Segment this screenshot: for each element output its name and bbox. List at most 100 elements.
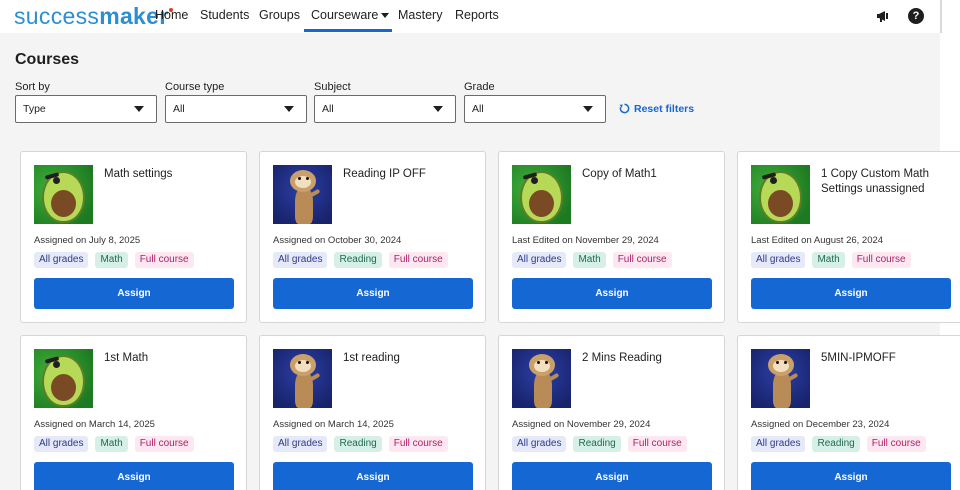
course-badge: Full course bbox=[612, 252, 672, 268]
chevron-down-icon bbox=[284, 106, 294, 112]
course-date: Assigned on November 29, 2024 bbox=[512, 419, 651, 430]
course-badges: All grades Math Full course bbox=[34, 252, 194, 268]
course-badges: All grades Math Full course bbox=[512, 252, 672, 268]
course-badge: All grades bbox=[34, 436, 89, 452]
course-date: Assigned on July 8, 2025 bbox=[34, 235, 141, 246]
course-badge: Math bbox=[812, 252, 845, 268]
course-badge: All grades bbox=[273, 252, 328, 268]
sort-by-value: Type bbox=[23, 103, 46, 115]
nav-reports[interactable]: Reports bbox=[455, 8, 499, 22]
successmaker-logo[interactable]: successmaker bbox=[14, 2, 174, 30]
avocado-thumbnail bbox=[34, 349, 93, 408]
course-date: Assigned on March 14, 2025 bbox=[273, 419, 394, 430]
course-badge: Full course bbox=[851, 252, 911, 268]
course-badge: All grades bbox=[512, 252, 567, 268]
courses-page: Courses Sort by Type Course type All Sub… bbox=[0, 33, 960, 490]
course-badge: All grades bbox=[751, 436, 806, 452]
course-date: Last Edited on August 26, 2024 bbox=[751, 235, 884, 246]
assign-button[interactable]: Assign bbox=[34, 462, 234, 490]
refresh-icon bbox=[619, 103, 630, 114]
course-badge: Math bbox=[573, 252, 606, 268]
course-badges: All grades Math Full course bbox=[751, 252, 911, 268]
course-badge: Math bbox=[95, 436, 128, 452]
course-badges: All grades Reading Full course bbox=[512, 436, 687, 452]
course-card[interactable]: 5MIN-IPMOFF Assigned on December 23, 2024… bbox=[737, 335, 960, 490]
chevron-down-icon bbox=[433, 106, 443, 112]
assign-button[interactable]: Assign bbox=[34, 278, 234, 309]
grade-label: Grade bbox=[464, 81, 495, 93]
course-badge: All grades bbox=[512, 436, 567, 452]
divider bbox=[940, 0, 942, 33]
course-title: Copy of Math1 bbox=[582, 168, 657, 180]
subject-value: All bbox=[322, 103, 334, 115]
grade-value: All bbox=[472, 103, 484, 115]
chevron-down-icon bbox=[381, 13, 390, 19]
course-badge: Full course bbox=[388, 252, 448, 268]
subject-label: Subject bbox=[314, 81, 351, 93]
ferret-thumbnail bbox=[273, 349, 332, 408]
assign-button[interactable]: Assign bbox=[273, 462, 473, 490]
assign-button[interactable]: Assign bbox=[273, 278, 473, 309]
avocado-thumbnail bbox=[751, 165, 810, 224]
course-card[interactable]: 1 Copy Custom Math Settings unassigned La… bbox=[737, 151, 960, 323]
nav-home[interactable]: Home bbox=[155, 8, 188, 22]
course-badge: Reading bbox=[334, 252, 382, 268]
sort-by-select[interactable]: Type bbox=[15, 95, 157, 123]
reset-filters-button[interactable]: Reset filters bbox=[619, 103, 694, 115]
course-badge: Math bbox=[95, 252, 128, 268]
course-date: Assigned on October 30, 2024 bbox=[273, 235, 402, 246]
course-title: Reading IP OFF bbox=[343, 168, 426, 180]
course-card[interactable]: Reading IP OFF Assigned on October 30, 20… bbox=[259, 151, 486, 323]
course-date: Assigned on December 23, 2024 bbox=[751, 419, 890, 430]
course-badge: Full course bbox=[866, 436, 926, 452]
nav-students[interactable]: Students bbox=[200, 8, 249, 22]
course-badge: Full course bbox=[134, 252, 194, 268]
course-badges: All grades Reading Full course bbox=[273, 252, 448, 268]
ferret-thumbnail bbox=[751, 349, 810, 408]
course-date: Last Edited on November 29, 2024 bbox=[512, 235, 659, 246]
course-badges: All grades Reading Full course bbox=[273, 436, 448, 452]
active-nav-indicator bbox=[304, 29, 392, 32]
nav-mastery[interactable]: Mastery bbox=[398, 8, 442, 22]
course-card[interactable]: 1st reading Assigned on March 14, 2025 All… bbox=[259, 335, 486, 490]
avocado-thumbnail bbox=[34, 165, 93, 224]
course-badge: All grades bbox=[273, 436, 328, 452]
course-card[interactable]: Math settings Assigned on July 8, 2025 All… bbox=[20, 151, 247, 323]
course-title: 1st reading bbox=[343, 352, 400, 364]
subject-select[interactable]: All bbox=[314, 95, 456, 123]
nav-courseware-label: Courseware bbox=[311, 8, 379, 22]
grade-select[interactable]: All bbox=[464, 95, 606, 123]
ferret-thumbnail bbox=[273, 165, 332, 224]
course-card[interactable]: 1st Math Assigned on March 14, 2025 All gr… bbox=[20, 335, 247, 490]
sort-by-label: Sort by bbox=[15, 81, 50, 93]
course-card[interactable]: 2 Mins Reading Assigned on November 29, 2… bbox=[498, 335, 725, 490]
course-badge: Reading bbox=[334, 436, 382, 452]
course-badges: All grades Math Full course bbox=[34, 436, 194, 452]
chevron-down-icon bbox=[583, 106, 593, 112]
top-navigation: successmaker Home Students Groups Course… bbox=[0, 0, 960, 33]
course-title: 1st Math bbox=[104, 352, 149, 364]
assign-button[interactable]: Assign bbox=[751, 462, 951, 490]
nav-courseware[interactable]: Courseware bbox=[311, 8, 390, 22]
course-type-label: Course type bbox=[165, 81, 225, 93]
course-badge: Full course bbox=[627, 436, 687, 452]
course-card[interactable]: Copy of Math1 Last Edited on November 29,… bbox=[498, 151, 725, 323]
course-badge: Full course bbox=[388, 436, 448, 452]
reset-filters-label: Reset filters bbox=[634, 103, 695, 115]
course-date: Assigned on March 14, 2025 bbox=[34, 419, 155, 430]
assign-button[interactable]: Assign bbox=[512, 278, 712, 309]
assign-button[interactable]: Assign bbox=[751, 278, 951, 309]
assign-button[interactable]: Assign bbox=[512, 462, 712, 490]
nav-groups[interactable]: Groups bbox=[259, 8, 300, 22]
course-title: 5MIN-IPMOFF bbox=[821, 352, 896, 364]
course-badge: All grades bbox=[751, 252, 806, 268]
avocado-thumbnail bbox=[512, 165, 571, 224]
megaphone-icon[interactable] bbox=[876, 8, 892, 24]
course-type-select[interactable]: All bbox=[165, 95, 307, 123]
course-badge: Reading bbox=[812, 436, 860, 452]
chevron-down-icon bbox=[134, 106, 144, 112]
course-title: Math settings bbox=[104, 168, 173, 180]
help-icon[interactable]: ? bbox=[908, 8, 924, 24]
course-type-value: All bbox=[173, 103, 185, 115]
course-title: 2 Mins Reading bbox=[582, 352, 662, 364]
